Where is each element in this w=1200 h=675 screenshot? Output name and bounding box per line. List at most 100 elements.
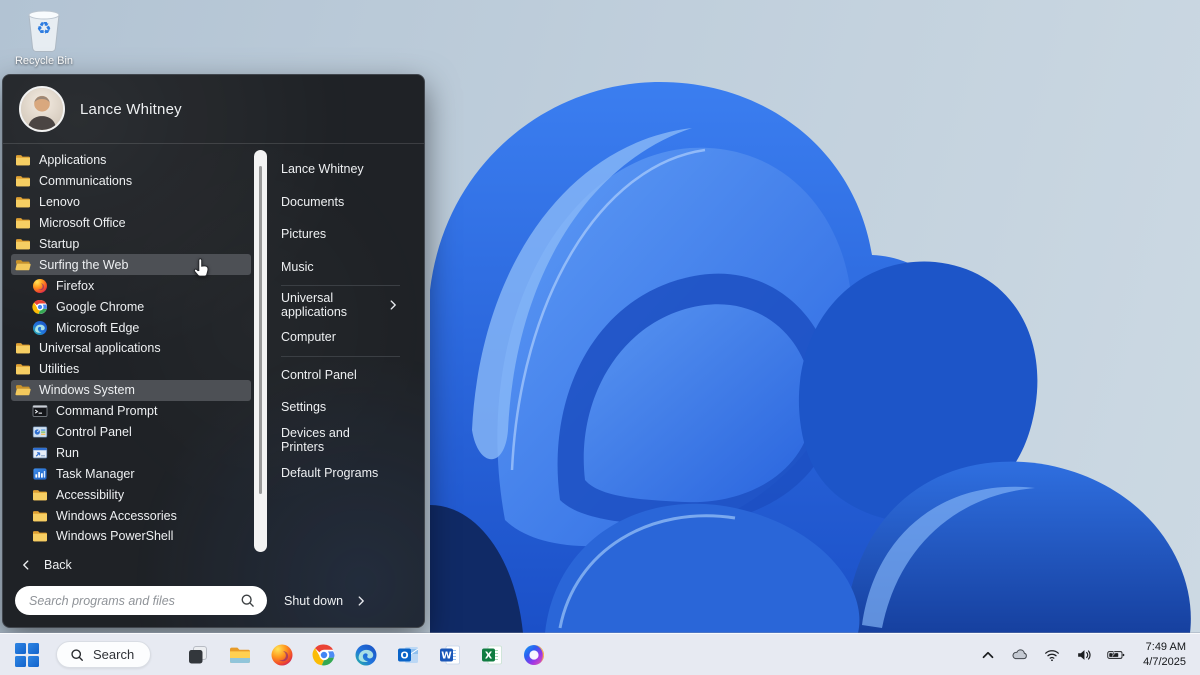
menu-divider — [281, 356, 400, 357]
tray-button[interactable] — [1074, 645, 1093, 664]
user-avatar[interactable] — [19, 86, 65, 132]
folder-open-icon — [15, 382, 31, 398]
svg-text:O: O — [400, 650, 408, 661]
volume-icon — [1075, 646, 1093, 664]
taskbar-app-button[interactable] — [227, 642, 252, 667]
start-left-item[interactable]: Windows Accessories — [11, 505, 251, 526]
start-menu-places-list: Lance Whitney Documents Pictures Music — [267, 150, 412, 547]
start-menu-header: Lance Whitney — [3, 75, 424, 144]
folder-icon — [15, 361, 31, 377]
start-left-item[interactable]: Control Panel — [11, 422, 251, 443]
task-view-icon — [186, 643, 210, 667]
svg-text:X: X — [485, 650, 493, 661]
chevron-right-icon — [354, 594, 368, 608]
copilot-icon — [522, 643, 546, 667]
menu-divider — [281, 285, 400, 286]
start-left-item[interactable]: Surfing the Web — [11, 254, 251, 275]
tray-button[interactable] — [1042, 645, 1061, 664]
start-left-item[interactable]: Run — [11, 442, 251, 463]
start-right-item[interactable]: Music — [281, 251, 400, 284]
taskbar-app-button[interactable] — [185, 642, 210, 667]
start-left-item[interactable]: Firefox — [11, 275, 251, 296]
chrome-icon — [32, 299, 48, 315]
start-left-item[interactable]: Windows System — [11, 380, 251, 401]
start-left-item[interactable]: Communications — [11, 171, 251, 192]
start-left-item[interactable]: Microsoft Edge — [11, 317, 251, 338]
run-icon — [32, 445, 48, 461]
folder-icon — [15, 215, 31, 231]
start-right-item[interactable]: Lance Whitney — [281, 153, 400, 186]
taskbar-clock[interactable]: 7:49 AM 4/7/2025 — [1143, 640, 1186, 669]
chevron-left-icon — [19, 558, 33, 572]
task-manager-icon — [32, 466, 48, 482]
start-left-item[interactable]: Accessibility — [11, 484, 251, 505]
recycle-bin-desktop-icon[interactable]: ♻ Recycle Bin — [6, 5, 82, 67]
tray-button[interactable] — [1010, 645, 1029, 664]
firefox-icon — [270, 643, 294, 667]
folder-icon — [15, 236, 31, 252]
start-left-item[interactable]: Microsoft Office — [11, 213, 251, 234]
tray-icons — [978, 645, 1125, 664]
scrollbar-thumb[interactable] — [259, 166, 262, 494]
start-right-item[interactable]: Devices and Printers — [281, 424, 400, 457]
taskbar-app-button[interactable] — [311, 642, 336, 667]
taskbar: Search O W X — [0, 633, 1200, 675]
folder-open-icon — [15, 257, 31, 273]
excel-icon: X — [480, 643, 504, 667]
start-right-item[interactable]: Default Programs — [281, 456, 400, 489]
start-right-item[interactable]: Control Panel — [281, 359, 400, 392]
start-left-item[interactable]: Windows PowerShell — [11, 526, 251, 547]
start-right-item[interactable]: Computer — [281, 321, 400, 354]
folder-icon — [32, 528, 48, 544]
back-button[interactable]: Back — [15, 553, 412, 577]
start-menu-program-list: Applications Communications Lenovo Micro… — [11, 150, 251, 547]
chevron-right-icon — [386, 298, 400, 312]
start-menu-scrollbar[interactable] — [254, 150, 267, 552]
folder-icon — [32, 487, 48, 503]
taskbar-app-button[interactable] — [269, 642, 294, 667]
folder-icon — [15, 194, 31, 210]
start-right-item[interactable]: Pictures — [281, 218, 400, 251]
recycle-bin-label: Recycle Bin — [6, 55, 82, 67]
shutdown-button[interactable]: Shut down — [284, 594, 368, 608]
start-left-item[interactable]: Task Manager — [11, 463, 251, 484]
start-left-item[interactable]: Command Prompt — [11, 401, 251, 422]
start-search-input[interactable] — [15, 586, 267, 615]
taskbar-app-button[interactable]: X — [479, 642, 504, 667]
clock-date: 4/7/2025 — [1143, 655, 1186, 669]
taskbar-app-button[interactable]: W — [437, 642, 462, 667]
recycle-bin-icon: ♻ — [22, 5, 66, 53]
folder-icon — [15, 152, 31, 168]
start-button[interactable] — [14, 642, 39, 667]
wifi-icon — [1043, 646, 1061, 664]
start-right-item[interactable]: Documents — [281, 186, 400, 219]
start-left-item[interactable]: Applications — [11, 150, 251, 171]
outlook-icon: O — [396, 643, 420, 667]
start-left-item[interactable]: Google Chrome — [11, 296, 251, 317]
folder-icon — [32, 508, 48, 524]
start-left-item[interactable]: Lenovo — [11, 192, 251, 213]
chrome-icon — [312, 643, 336, 667]
start-left-item[interactable]: Startup — [11, 234, 251, 255]
edge-icon — [32, 320, 48, 336]
user-name: Lance Whitney — [80, 101, 182, 118]
search-icon — [69, 647, 85, 663]
battery-icon — [1107, 646, 1125, 664]
taskbar-search[interactable]: Search — [56, 641, 151, 668]
back-label: Back — [44, 558, 72, 572]
tray-button[interactable] — [1106, 645, 1125, 664]
taskbar-app-button[interactable] — [353, 642, 378, 667]
start-left-item[interactable]: Universal applications — [11, 338, 251, 359]
file-explorer-icon — [228, 643, 252, 667]
shutdown-label: Shut down — [284, 594, 343, 608]
taskbar-app-button[interactable]: O — [395, 642, 420, 667]
start-right-item[interactable]: Settings — [281, 391, 400, 424]
tray-button[interactable] — [978, 645, 997, 664]
start-left-item[interactable]: Utilities — [11, 359, 251, 380]
start-right-item[interactable]: Universal applications — [281, 288, 400, 321]
taskbar-search-label: Search — [93, 647, 134, 662]
start-menu-footer: Back Shut down — [3, 547, 424, 627]
clock-time: 7:49 AM — [1143, 640, 1186, 654]
taskbar-app-button[interactable] — [521, 642, 546, 667]
search-icon — [239, 592, 256, 609]
